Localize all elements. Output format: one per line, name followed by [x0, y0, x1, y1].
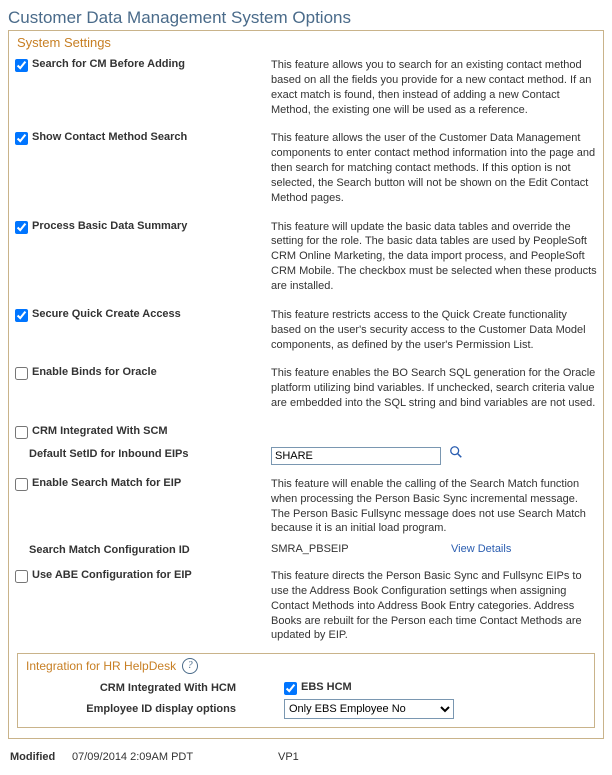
process-basic-desc: This feature will update the basic data … — [265, 220, 597, 294]
crm-hcm-label: CRM Integrated With HCM — [24, 682, 244, 694]
search-for-cm-checkbox[interactable] — [15, 59, 28, 72]
hr-helpdesk-group: Integration for HR HelpDesk ? CRM Integr… — [17, 653, 595, 728]
enable-binds-desc: This feature enables the BO Search SQL g… — [265, 366, 597, 411]
page-title: Customer Data Management System Options — [8, 8, 604, 28]
crm-scm-label: CRM Integrated With SCM — [32, 425, 168, 437]
enable-binds-label: Enable Binds for Oracle — [32, 366, 157, 378]
search-for-cm-desc: This feature allows you to search for an… — [265, 58, 597, 117]
use-abe-checkbox[interactable] — [15, 570, 28, 583]
ebs-hcm-label: EBS HCM — [301, 680, 352, 695]
show-cm-search-desc: This feature allows the user of the Cust… — [265, 131, 597, 205]
secure-qc-label: Secure Quick Create Access — [32, 308, 181, 320]
system-settings-title: System Settings — [9, 31, 603, 54]
enable-search-match-checkbox[interactable] — [15, 478, 28, 491]
modified-user: VP1 — [278, 751, 299, 763]
modified-row: Modified 07/09/2014 2:09AM PDT VP1 — [8, 747, 604, 767]
show-cm-search-checkbox[interactable] — [15, 132, 28, 145]
emp-id-select[interactable]: Only EBS Employee No — [284, 699, 454, 719]
use-abe-label: Use ABE Configuration for EIP — [32, 569, 192, 581]
process-basic-label: Process Basic Data Summary — [32, 220, 187, 232]
search-match-config-value: SMRA_PBSEIP — [271, 542, 401, 557]
search-for-cm-label: Search for CM Before Adding — [32, 58, 185, 70]
enable-search-match-label: Enable Search Match for EIP — [32, 477, 181, 489]
use-abe-desc: This feature directs the Person Basic Sy… — [265, 569, 597, 643]
modified-datetime: 07/09/2014 2:09AM PDT — [72, 751, 272, 763]
help-icon[interactable]: ? — [182, 658, 198, 674]
emp-id-label: Employee ID display options — [24, 703, 244, 715]
secure-qc-checkbox[interactable] — [15, 309, 28, 322]
default-setid-input[interactable] — [271, 447, 441, 465]
hr-helpdesk-title: Integration for HR HelpDesk — [26, 659, 176, 673]
enable-search-match-desc: This feature will enable the calling of … — [265, 477, 597, 536]
enable-binds-checkbox[interactable] — [15, 367, 28, 380]
search-match-config-label: Search Match Configuration ID — [15, 544, 265, 556]
modified-label: Modified — [10, 751, 66, 763]
default-setid-label: Default SetID for Inbound EIPs — [15, 448, 265, 460]
secure-qc-desc: This feature restricts access to the Qui… — [265, 308, 597, 353]
process-basic-checkbox[interactable] — [15, 221, 28, 234]
ebs-hcm-checkbox[interactable] — [284, 682, 297, 695]
crm-scm-checkbox[interactable] — [15, 426, 28, 439]
view-details-link[interactable]: View Details — [451, 542, 511, 557]
show-cm-search-label: Show Contact Method Search — [32, 131, 187, 143]
system-settings-group: System Settings Search for CM Before Add… — [8, 30, 604, 739]
lookup-icon[interactable] — [448, 444, 464, 460]
